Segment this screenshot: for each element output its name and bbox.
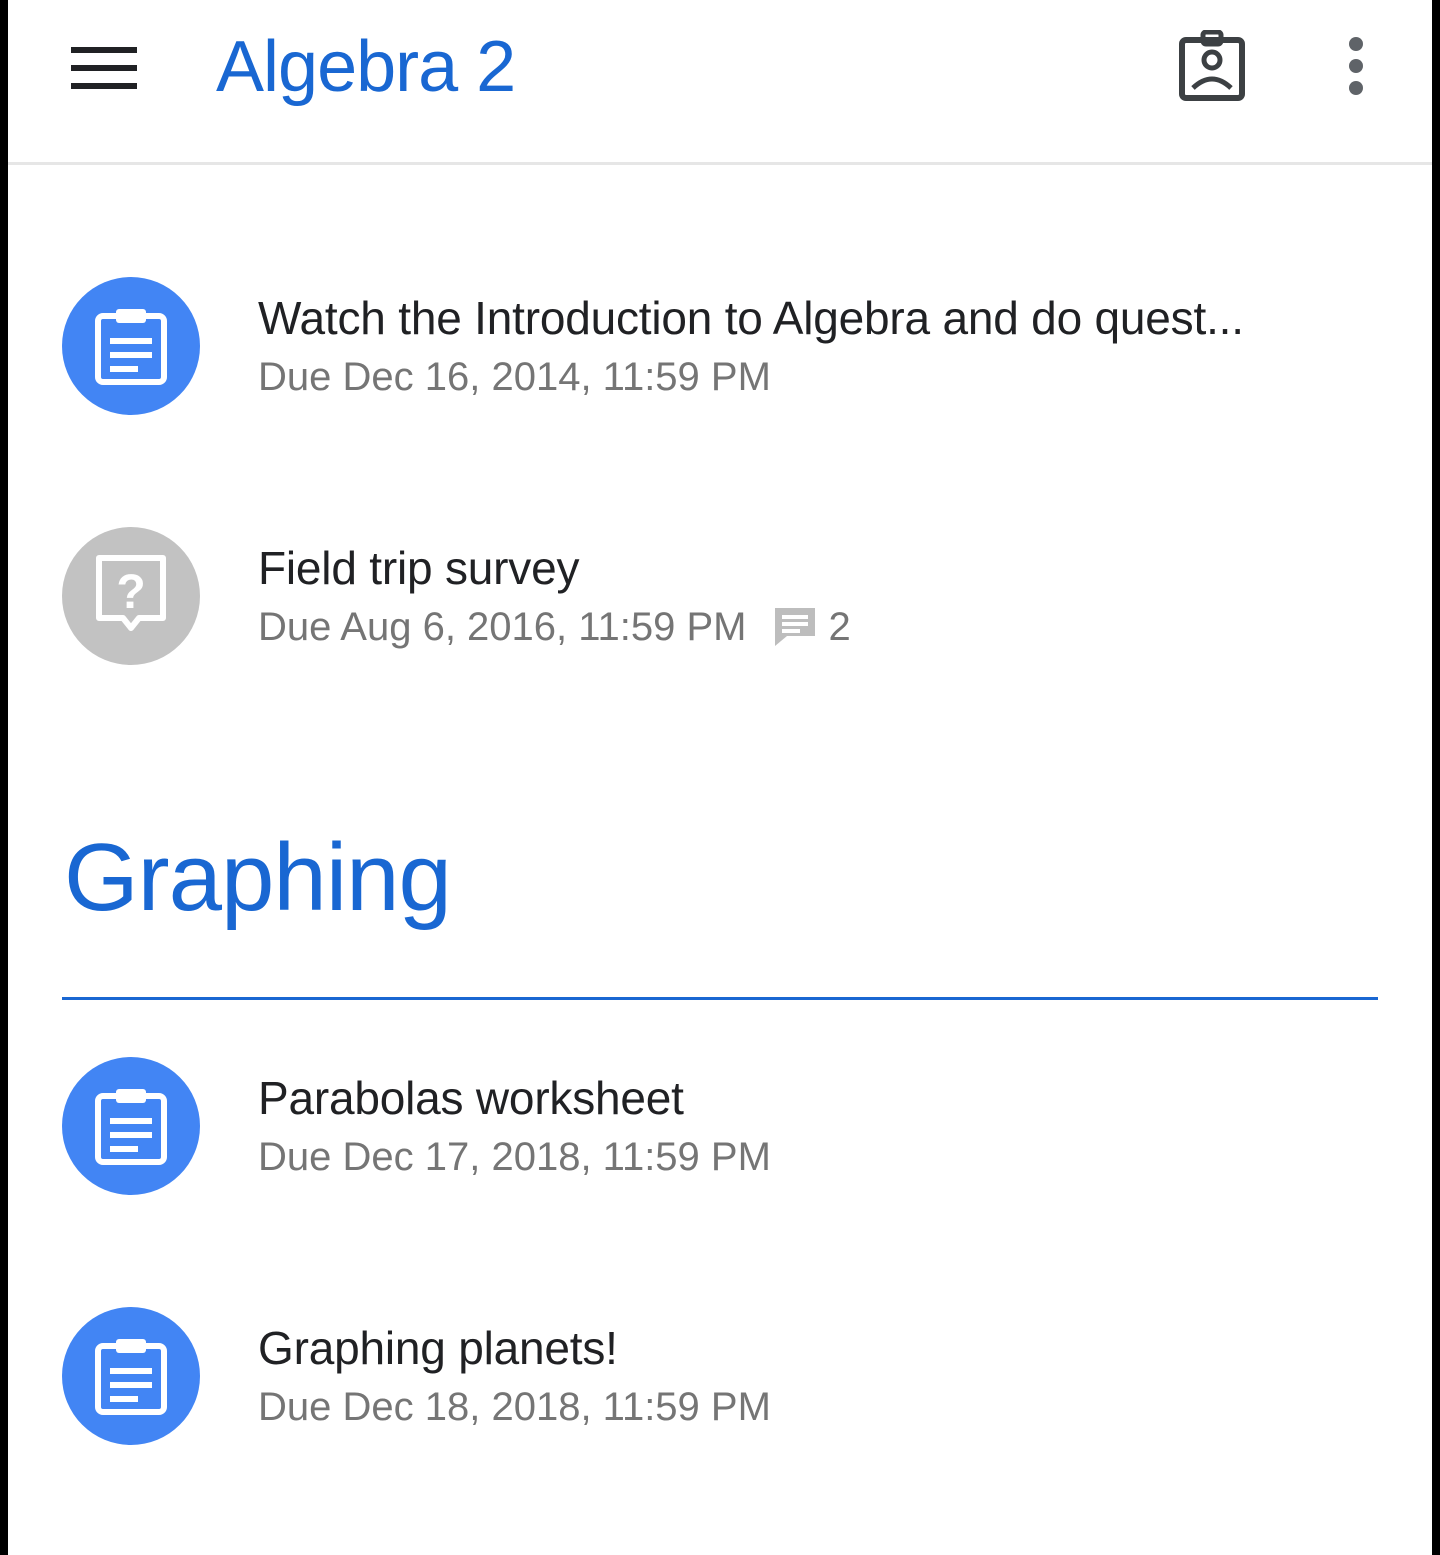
list-item[interactable]: ? Field trip survey Due Aug 6, 2016, 11:… xyxy=(8,527,1432,727)
list-item[interactable]: Graphing planets! Due Dec 18, 2018, 11:5… xyxy=(8,1307,1432,1507)
item-due-date: Due Dec 17, 2018, 11:59 PM xyxy=(258,1131,771,1183)
item-due-date: Due Dec 18, 2018, 11:59 PM xyxy=(258,1381,771,1433)
menu-button[interactable] xyxy=(64,36,144,100)
topic-title[interactable]: Graphing xyxy=(64,818,452,938)
your-work-button[interactable] xyxy=(1168,24,1256,108)
svg-text:?: ? xyxy=(116,566,145,619)
hamburger-menu-icon xyxy=(71,47,137,89)
classwork-screen: Algebra 2 Watch the Introduction to Alge… xyxy=(8,0,1432,1555)
assignment-avatar xyxy=(62,277,200,415)
assignment-avatar xyxy=(62,1307,200,1445)
app-title: Algebra 2 xyxy=(216,27,516,107)
due-text: Due Aug 6, 2016, 11:59 PM xyxy=(258,605,747,649)
assignment-icon xyxy=(95,309,167,385)
app-bar: Algebra 2 xyxy=(8,0,1432,165)
item-title: Field trip survey xyxy=(258,542,580,594)
assignment-avatar xyxy=(62,1057,200,1195)
question-avatar: ? xyxy=(62,527,200,665)
due-text: Due Dec 17, 2018, 11:59 PM xyxy=(258,1135,771,1179)
more-vert-icon xyxy=(1349,37,1363,95)
comment-indicator: 2 xyxy=(773,601,851,653)
list-item[interactable]: Parabolas worksheet Due Dec 17, 2018, 11… xyxy=(8,1057,1432,1257)
item-due-date: Due Dec 16, 2014, 11:59 PM xyxy=(258,351,771,403)
more-options-button[interactable] xyxy=(1324,30,1388,102)
section-divider xyxy=(62,997,1378,1000)
assignment-icon xyxy=(95,1339,167,1415)
item-title: Parabolas worksheet xyxy=(258,1072,684,1124)
due-text: Due Dec 18, 2018, 11:59 PM xyxy=(258,1385,771,1429)
due-text: Due Dec 16, 2014, 11:59 PM xyxy=(258,355,771,399)
comment-count: 2 xyxy=(828,605,851,649)
comment-icon xyxy=(774,608,815,646)
assignment-ind-icon xyxy=(1179,30,1245,101)
item-title: Watch the Introduction to Algebra and do… xyxy=(258,292,1244,344)
question-icon: ? xyxy=(96,555,166,631)
assignment-icon xyxy=(95,1089,167,1165)
item-title: Graphing planets! xyxy=(258,1322,618,1374)
item-due-date: Due Aug 6, 2016, 11:59 PM 2 xyxy=(258,601,851,653)
list-item[interactable]: Watch the Introduction to Algebra and do… xyxy=(8,277,1432,477)
